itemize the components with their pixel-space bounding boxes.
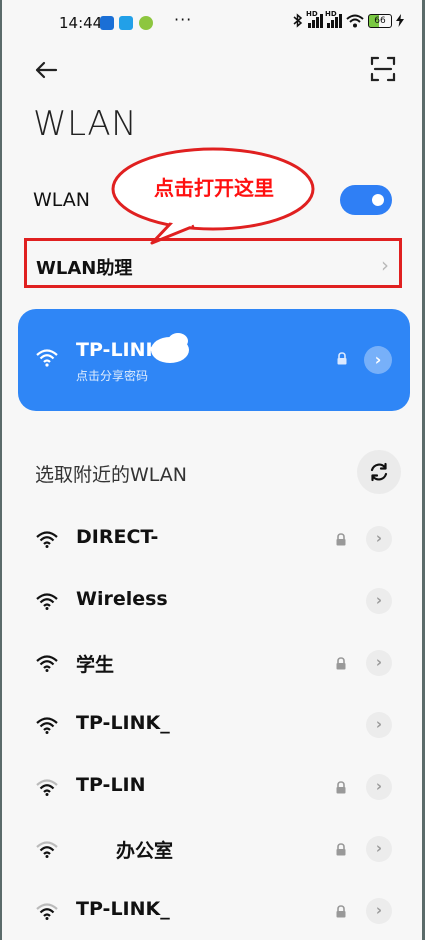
wifi-signal-icon [36,717,58,734]
network-row[interactable]: 学生 › [2,639,422,689]
wifi-signal-icon [36,903,58,920]
wifi-signal-icon [36,841,58,858]
network-name: TP-LIN [76,774,146,796]
refresh-button[interactable] [357,450,401,494]
network-row[interactable]: DIRECT- › [2,515,422,565]
wlan-assistant-label: WLAN助理 [36,258,133,279]
lock-icon [336,905,346,918]
annotation-callout-text: 点击打开这里 [154,176,274,200]
network-row[interactable]: TP-LINK_ › [2,887,422,937]
annotation-callout-bubble [111,147,315,245]
lock-icon [337,352,347,365]
nearby-networks-title: 选取附近的WLAN [35,464,188,486]
wifi-signal-icon [36,593,58,610]
network-name: 学生 [76,654,115,676]
connected-ssid: TP-LINK [76,339,161,361]
wlan-assistant-row[interactable]: WLAN助理 › [24,238,402,288]
lock-icon [336,657,346,670]
wifi-signal-icon [36,655,58,672]
network-row[interactable]: TP-LIN › [2,763,422,813]
lock-icon [336,533,346,546]
wifi-signal-icon [36,349,58,367]
network-detail-button[interactable]: › [366,712,392,738]
phone-screen: 14:44 ··· HD HD 66 WLAN WLAN 点击打开这里 WLAN… [2,0,422,940]
network-name: Wireless [76,588,168,610]
refresh-icon [370,462,388,482]
network-name: TP-LINK_ [76,898,170,920]
redaction-mark [168,333,188,349]
network-detail-button[interactable]: › [366,526,392,552]
network-name: 办公室 [116,840,174,862]
network-detail-button[interactable]: › [366,588,392,614]
network-row[interactable]: 办公室 › [2,825,422,875]
share-password-hint: 点击分享密码 [76,369,149,383]
network-name: TP-LINK_ [76,712,170,734]
network-name: DIRECT- [76,526,159,548]
network-detail-button[interactable]: › [366,898,392,924]
wifi-signal-icon [36,531,58,548]
network-detail-button[interactable]: › [366,836,392,862]
connected-network-card[interactable]: TP-LINK 点击分享密码 › [18,309,410,411]
chevron-right-icon: › [381,253,389,277]
network-detail-button[interactable]: › [366,650,392,676]
wifi-signal-icon [36,779,58,796]
network-row[interactable]: Wireless › [2,577,422,627]
network-detail-button[interactable]: › [366,774,392,800]
network-row[interactable]: TP-LINK_ › [2,701,422,751]
lock-icon [336,781,346,794]
network-detail-button[interactable]: › [364,346,392,374]
lock-icon [336,843,346,856]
